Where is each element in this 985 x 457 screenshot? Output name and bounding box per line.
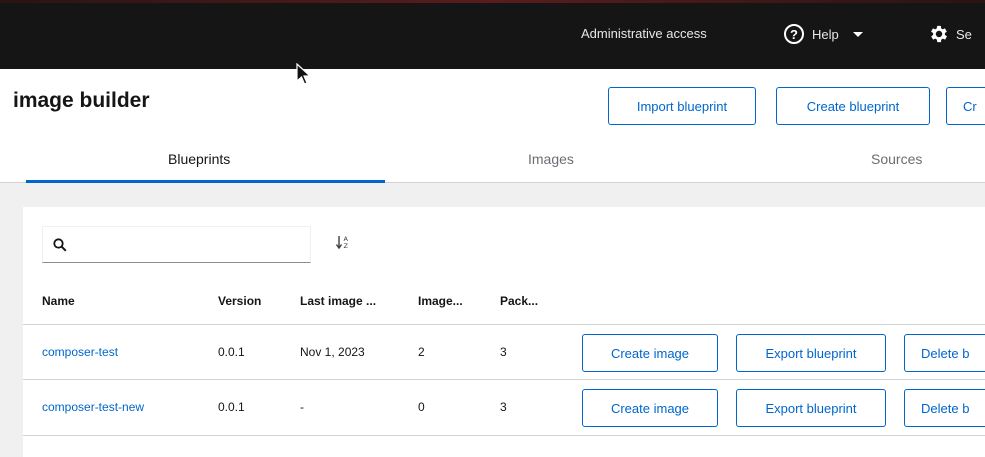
blueprint-version: 0.0.1 [218,400,245,414]
sort-alpha-icon[interactable]: A Z [336,234,350,250]
help-menu-toggle[interactable]: ? Help [784,20,863,48]
page-header: image builder Import blueprint Create bl… [0,69,985,183]
masthead: Administrative access ? Help Se [0,0,985,69]
blueprint-package-count: 3 [500,345,507,359]
search-input[interactable] [77,233,302,257]
search-icon [53,238,67,252]
delete-blueprint-button[interactable]: Delete b [904,389,985,427]
table-divider [23,435,985,436]
tab-images[interactable]: Images [528,151,574,167]
blueprint-last-image: Nov 1, 2023 [300,345,365,359]
create-image-button[interactable]: Create image [582,334,718,372]
tab-sources[interactable]: Sources [871,151,922,167]
blueprint-image-count: 0 [418,400,425,414]
column-header-packages[interactable]: Pack... [500,294,538,308]
blueprint-name-link[interactable]: composer-test-new [42,400,144,414]
table-divider [23,379,985,380]
create-image-header-button[interactable]: Cr [946,87,985,125]
svg-text:Z: Z [344,242,349,250]
help-icon: ? [784,24,804,44]
create-image-button[interactable]: Create image [582,389,718,427]
blueprint-name-link[interactable]: composer-test [42,345,118,359]
search-field[interactable] [42,226,311,263]
gear-icon [931,25,947,43]
create-blueprint-button[interactable]: Create blueprint [776,87,930,125]
administrative-access-button[interactable]: Administrative access [581,26,707,41]
blueprint-package-count: 3 [500,400,507,414]
blueprint-last-image: - [300,400,304,414]
session-menu-toggle[interactable]: Se [928,22,972,46]
help-label: Help [812,26,839,42]
table-divider [23,324,985,325]
export-blueprint-button[interactable]: Export blueprint [736,334,886,372]
blueprints-card: A Z Name Version Last image ... Image...… [23,207,985,457]
mouse-pointer-icon [296,63,312,85]
delete-blueprint-button[interactable]: Delete b [904,334,985,372]
column-header-images[interactable]: Image... [418,294,463,308]
column-header-last-image[interactable]: Last image ... [300,294,376,308]
caret-down-icon [852,31,863,37]
column-header-version[interactable]: Version [218,294,261,308]
active-tab-indicator [26,180,385,183]
blueprint-image-count: 2 [418,345,425,359]
session-label: Se [956,26,972,42]
column-header-name[interactable]: Name [42,294,75,308]
import-blueprint-button[interactable]: Import blueprint [608,87,756,125]
tab-blueprints[interactable]: Blueprints [168,151,230,167]
export-blueprint-button[interactable]: Export blueprint [736,389,886,427]
page-title: image builder [13,89,150,112]
blueprint-version: 0.0.1 [218,345,245,359]
masthead-top-edge [0,0,985,3]
